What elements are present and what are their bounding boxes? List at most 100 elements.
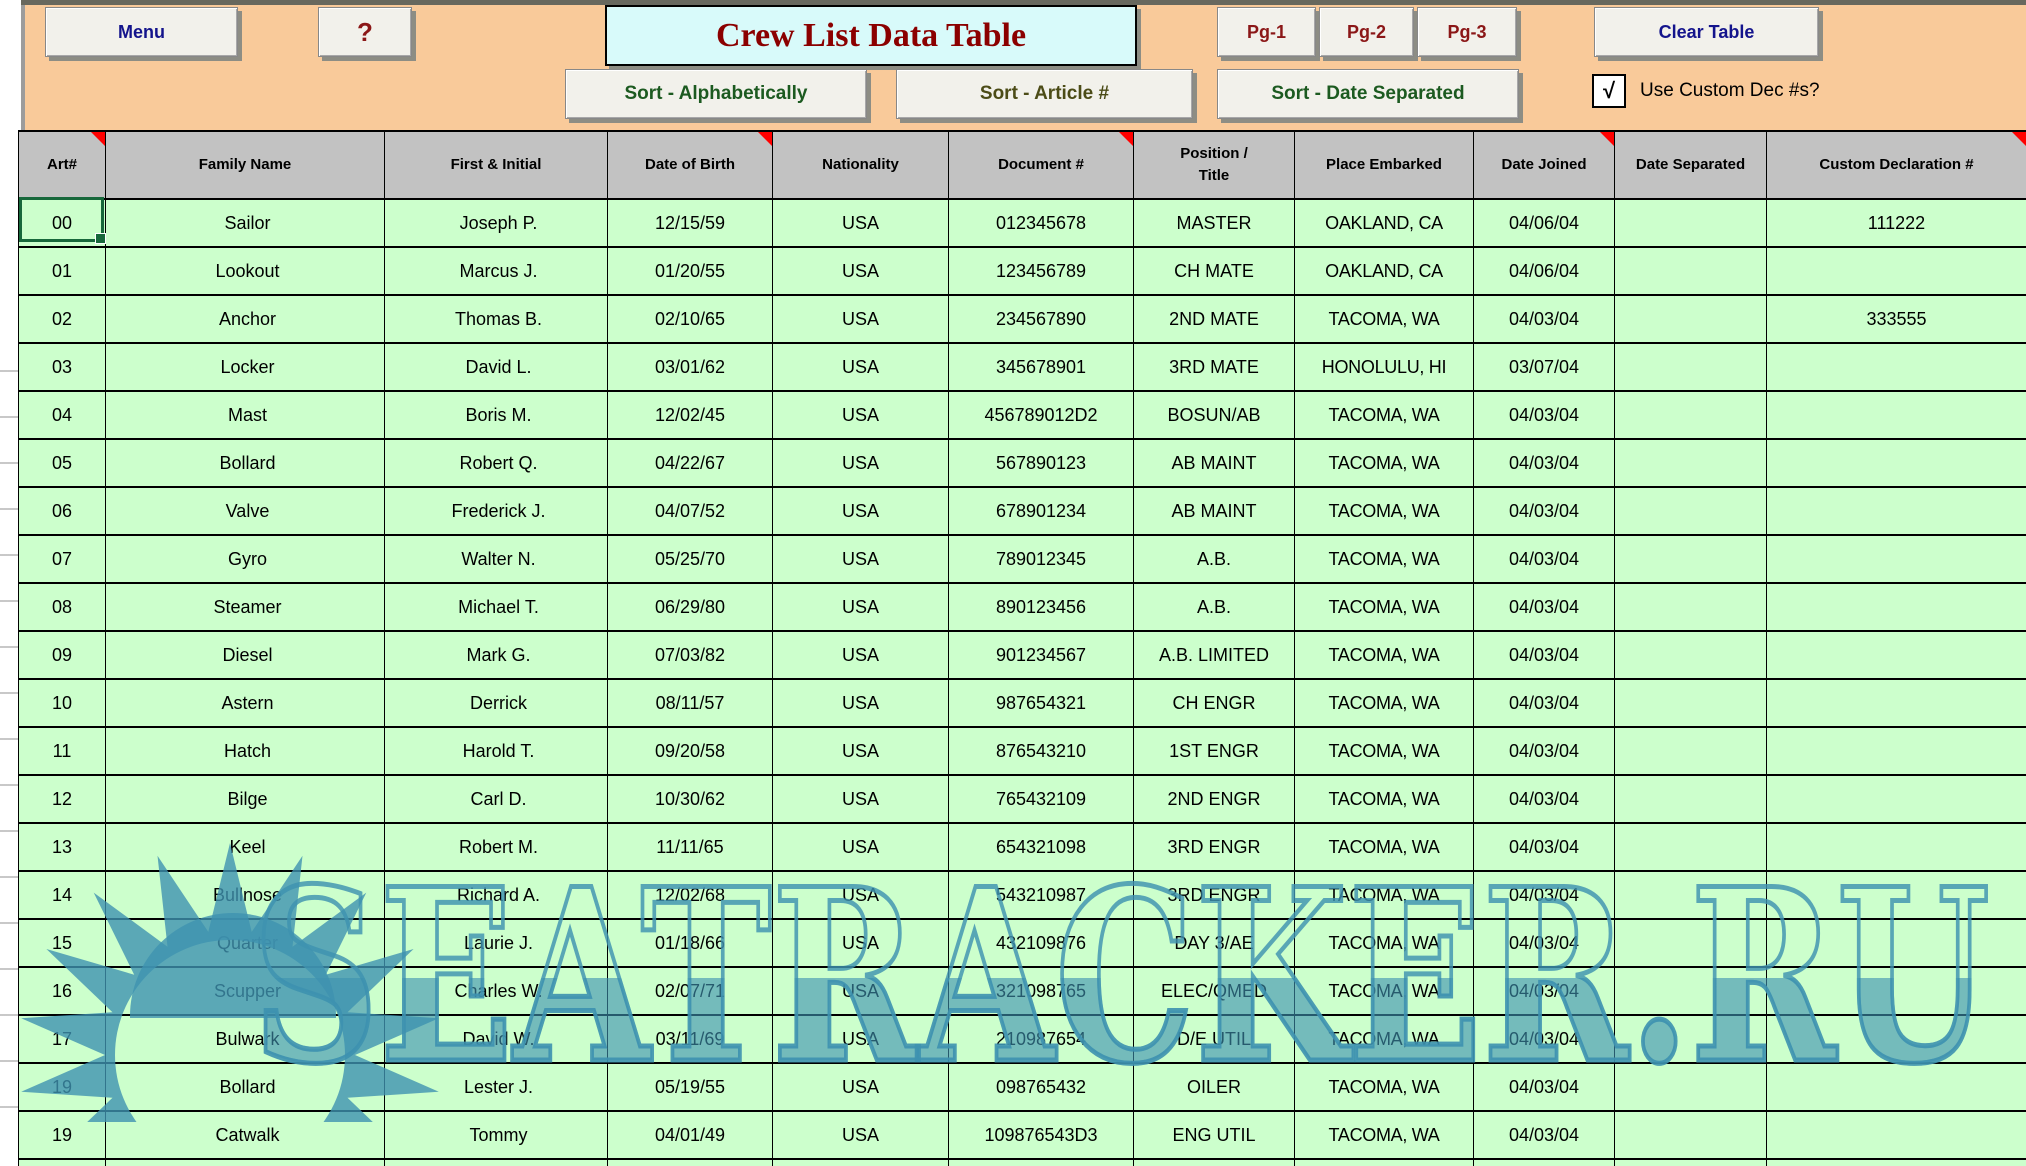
cell-pos[interactable]: CH MATE bbox=[1134, 247, 1295, 295]
cell-dob[interactable]: 02/07/71 bbox=[608, 967, 773, 1015]
cell-art[interactable]: 16 bbox=[19, 967, 106, 1015]
cell-doc[interactable]: 765432109 bbox=[949, 775, 1134, 823]
cell-dob[interactable]: 07/03/82 bbox=[608, 631, 773, 679]
cell-place[interactable]: TACOMA, WA bbox=[1295, 1063, 1474, 1111]
column-header-place[interactable]: Place Embarked bbox=[1295, 131, 1474, 199]
cell-art[interactable]: 09 bbox=[19, 631, 106, 679]
cell-doc[interactable]: 543210987 bbox=[949, 871, 1134, 919]
cell-family[interactable]: Bollard bbox=[106, 439, 385, 487]
cell-family[interactable]: Scupper bbox=[106, 967, 385, 1015]
cell-art[interactable]: 01 bbox=[19, 247, 106, 295]
cell-art[interactable]: 14 bbox=[19, 871, 106, 919]
cell-doc[interactable]: 321098765 bbox=[949, 967, 1134, 1015]
cell-art[interactable]: 08 bbox=[19, 583, 106, 631]
column-header-nat[interactable]: Nationality bbox=[773, 131, 949, 199]
cell-dob[interactable]: 11/11/65 bbox=[608, 823, 773, 871]
column-header-art[interactable]: Art# bbox=[19, 131, 106, 199]
cell-art[interactable]: 13 bbox=[19, 823, 106, 871]
menu-button[interactable]: Menu bbox=[45, 7, 238, 57]
cell-place[interactable]: TACOMA, WA bbox=[1295, 487, 1474, 535]
cell-dob[interactable]: 03/11/69 bbox=[608, 1015, 773, 1063]
cell-dob[interactable]: 08/11/57 bbox=[608, 679, 773, 727]
cell-dob[interactable]: 04/22/67 bbox=[608, 439, 773, 487]
cell-custom[interactable] bbox=[1767, 439, 2026, 487]
cell-pos[interactable]: A.B. bbox=[1134, 535, 1295, 583]
cell-first[interactable]: Derrick bbox=[385, 679, 608, 727]
cell-sep[interactable] bbox=[1615, 1063, 1767, 1111]
sort-alphabetically-button[interactable]: Sort - Alphabetically bbox=[565, 69, 867, 119]
cell-first[interactable]: Richard A. bbox=[385, 871, 608, 919]
cell-nat[interactable]: USA bbox=[773, 535, 949, 583]
cell-dob[interactable]: 12/02/45 bbox=[608, 391, 773, 439]
cell-place[interactable]: OAKLAND, CA bbox=[1295, 199, 1474, 247]
cell-dob[interactable]: 12/15/59 bbox=[608, 199, 773, 247]
cell-sep[interactable] bbox=[1615, 1111, 1767, 1159]
cell-nat[interactable]: USA bbox=[773, 823, 949, 871]
cell-place[interactable]: TACOMA, WA bbox=[1295, 967, 1474, 1015]
cell-first[interactable]: Joseph P. bbox=[385, 199, 608, 247]
cell-first[interactable]: Charles W. bbox=[385, 967, 608, 1015]
cell-pos[interactable]: BOSUN/AB bbox=[1134, 391, 1295, 439]
cell-joined[interactable]: 04/03/04 bbox=[1474, 391, 1615, 439]
cell-sep[interactable] bbox=[1615, 295, 1767, 343]
cell-family[interactable]: Bullnose bbox=[106, 871, 385, 919]
cell-dob[interactable]: 05/25/70 bbox=[608, 535, 773, 583]
cell-doc[interactable]: 210987654 bbox=[949, 1015, 1134, 1063]
column-header-first[interactable]: First & Initial bbox=[385, 131, 608, 199]
cell-custom[interactable] bbox=[1767, 583, 2026, 631]
cell-doc[interactable]: 109876543D3 bbox=[949, 1111, 1134, 1159]
cell-custom[interactable] bbox=[1767, 631, 2026, 679]
cell-place[interactable]: TACOMA, WA bbox=[1295, 775, 1474, 823]
help-button[interactable]: ? bbox=[318, 7, 412, 57]
cell-doc[interactable]: 901234567 bbox=[949, 631, 1134, 679]
cell-custom[interactable] bbox=[1767, 679, 2026, 727]
cell-sep[interactable] bbox=[1615, 343, 1767, 391]
cell-pos[interactable]: 2ND MATE bbox=[1134, 295, 1295, 343]
cell-sep[interactable] bbox=[1615, 727, 1767, 775]
cell-doc[interactable]: 123456789 bbox=[949, 247, 1134, 295]
cell-family[interactable]: Keel bbox=[106, 823, 385, 871]
column-header-sep[interactable]: Date Separated bbox=[1615, 131, 1767, 199]
cell-custom[interactable]: 111222 bbox=[1767, 199, 2026, 247]
cell-art[interactable]: 19 bbox=[19, 1111, 106, 1159]
cell-nat[interactable]: USA bbox=[773, 1015, 949, 1063]
cell-place[interactable]: TACOMA, WA bbox=[1295, 1015, 1474, 1063]
cell-nat[interactable]: USA bbox=[773, 919, 949, 967]
cell-pos[interactable]: A.B. LIMITED bbox=[1134, 631, 1295, 679]
cell-first[interactable]: Harold T. bbox=[385, 727, 608, 775]
cell-art[interactable]: 07 bbox=[19, 535, 106, 583]
clear-table-button[interactable]: Clear Table bbox=[1594, 7, 1819, 57]
cell-joined[interactable]: 03/07/04 bbox=[1474, 343, 1615, 391]
cell-nat[interactable]: USA bbox=[773, 343, 949, 391]
cell-nat[interactable]: USA bbox=[773, 679, 949, 727]
cell-art[interactable]: 04 bbox=[19, 391, 106, 439]
cell-first[interactable]: Walter N. bbox=[385, 535, 608, 583]
column-header-dob[interactable]: Date of Birth bbox=[608, 131, 773, 199]
page-3-button[interactable]: Pg-3 bbox=[1417, 7, 1517, 57]
cell-sep[interactable] bbox=[1615, 535, 1767, 583]
cell-joined[interactable]: 04/03/04 bbox=[1474, 967, 1615, 1015]
cell-place[interactable]: TACOMA, WA bbox=[1295, 679, 1474, 727]
cell-custom[interactable] bbox=[1767, 823, 2026, 871]
cell-family[interactable]: Steamer bbox=[106, 583, 385, 631]
cell-art[interactable]: 15 bbox=[19, 919, 106, 967]
cell-first[interactable]: Lester J. bbox=[385, 1063, 608, 1111]
cell-place[interactable]: TACOMA, WA bbox=[1295, 583, 1474, 631]
cell-family[interactable]: Hatch bbox=[106, 727, 385, 775]
cell-family[interactable]: Gyro bbox=[106, 535, 385, 583]
cell-place[interactable]: TACOMA, WA bbox=[1295, 295, 1474, 343]
cell-nat[interactable]: USA bbox=[773, 487, 949, 535]
cell-dob[interactable]: 06/29/80 bbox=[608, 583, 773, 631]
cell-place[interactable]: TACOMA, WA bbox=[1295, 727, 1474, 775]
cell-joined[interactable]: 04/03/04 bbox=[1474, 583, 1615, 631]
cell-family[interactable]: Mast bbox=[106, 391, 385, 439]
cell-dob[interactable] bbox=[608, 1159, 773, 1166]
cell-family[interactable]: Quarter bbox=[106, 919, 385, 967]
cell-dob[interactable]: 10/30/62 bbox=[608, 775, 773, 823]
cell-family[interactable]: Anchor bbox=[106, 295, 385, 343]
cell-doc[interactable]: 567890123 bbox=[949, 439, 1134, 487]
cell-nat[interactable]: USA bbox=[773, 631, 949, 679]
cell-doc[interactable]: 432109876 bbox=[949, 919, 1134, 967]
cell-pos[interactable]: CH ENGR bbox=[1134, 679, 1295, 727]
cell-nat[interactable]: USA bbox=[773, 583, 949, 631]
